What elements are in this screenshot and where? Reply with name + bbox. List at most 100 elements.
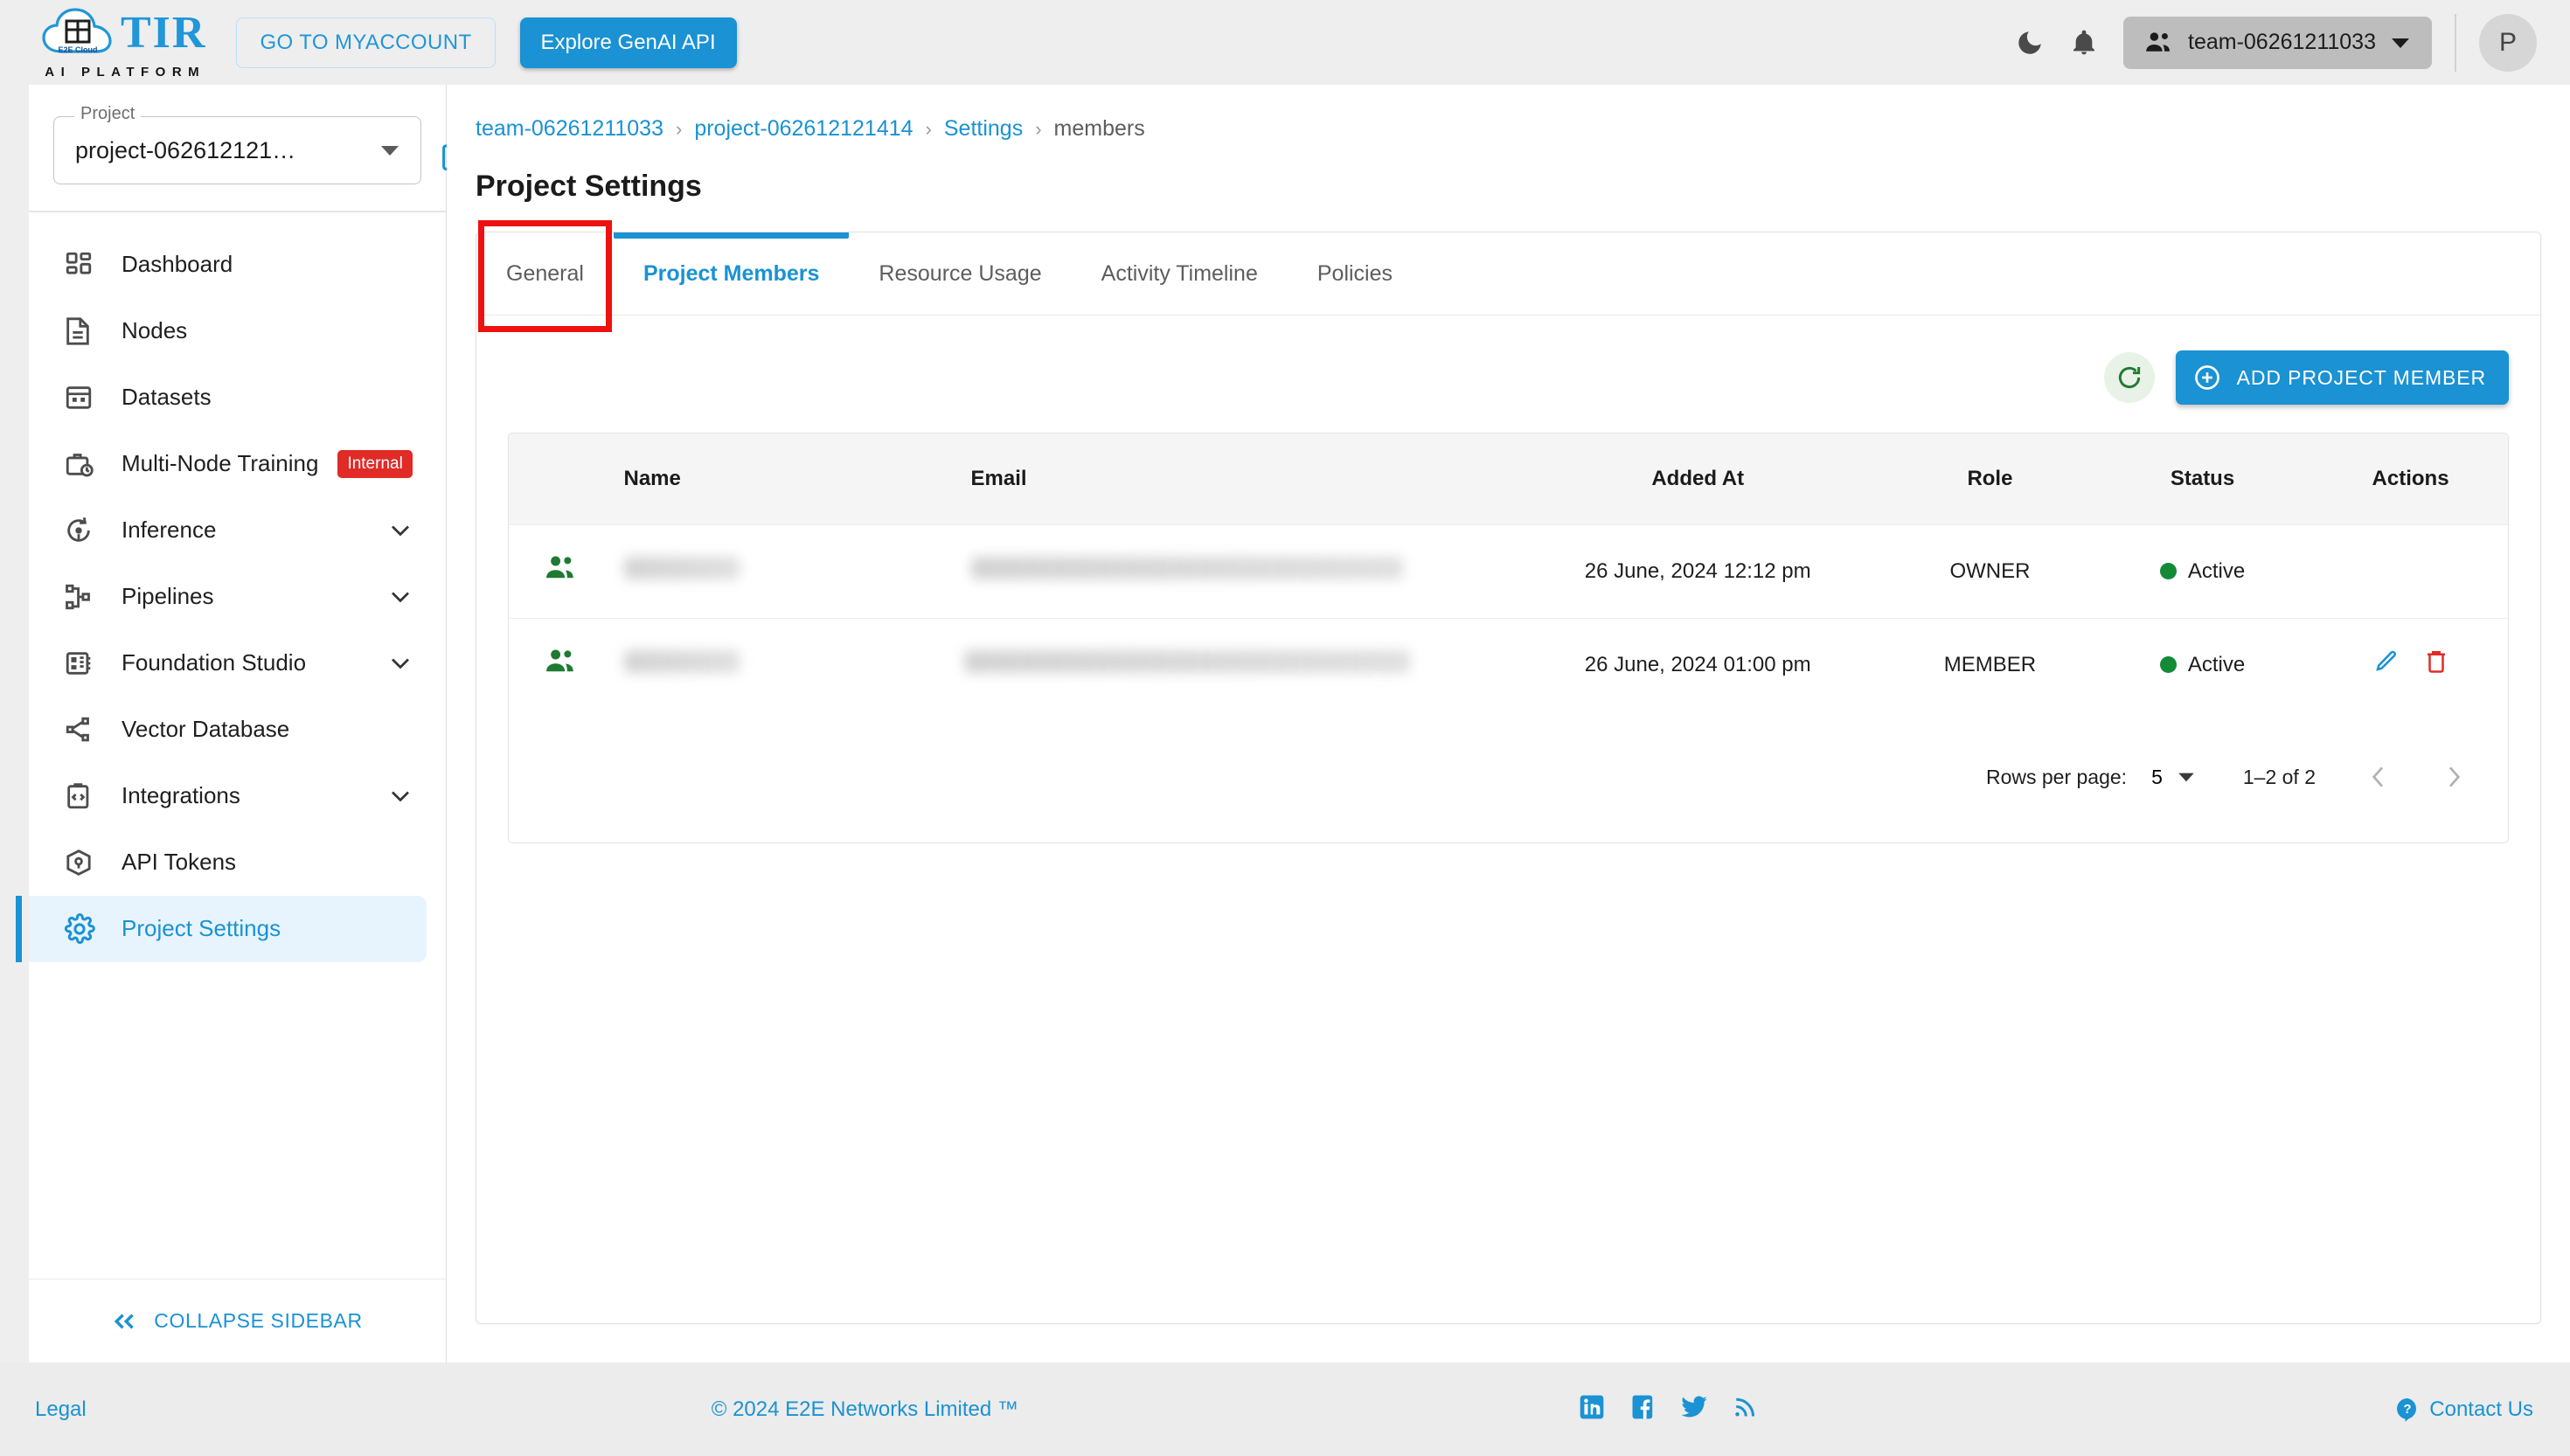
chevron-down-icon bbox=[381, 146, 399, 156]
member-name-cell bbox=[613, 617, 959, 711]
trash-icon bbox=[2427, 651, 2445, 673]
breadcrumb-item-team[interactable]: team-06261211033 bbox=[476, 116, 663, 142]
chevron-right-icon bbox=[2448, 766, 2461, 787]
sidebar-item-label: Multi-Node Training bbox=[122, 450, 319, 476]
sidebar-item-pipelines[interactable]: Pipelines bbox=[29, 564, 427, 630]
sidebar-item-foundation-studio[interactable]: Foundation Studio bbox=[29, 630, 427, 697]
members-table: Name Email Added At Role Status Actions bbox=[509, 433, 2508, 711]
status-dot bbox=[2159, 656, 2177, 674]
sidebar-item-datasets[interactable]: Datasets bbox=[29, 364, 427, 431]
sidebar-item-vector-database[interactable]: Vector Database bbox=[29, 697, 427, 763]
sidebar-item-label: Vector Database bbox=[122, 716, 290, 742]
token-cube-icon bbox=[64, 848, 104, 877]
dark-mode-toggle[interactable] bbox=[2003, 16, 2057, 70]
top-bar: E2E Cloud TIR AI PLATFORM GO TO MYACCOUN… bbox=[0, 0, 2570, 85]
chevron-down-icon[interactable] bbox=[388, 523, 413, 538]
sidebar-item-label: API Tokens bbox=[122, 849, 237, 875]
linkedin-icon[interactable] bbox=[1578, 1393, 1606, 1425]
notifications-bell-icon[interactable] bbox=[2057, 16, 2111, 70]
delete-member-button[interactable] bbox=[2424, 648, 2448, 681]
chevron-down-icon[interactable] bbox=[388, 788, 413, 804]
top-bar-right: team-06261211033 P bbox=[2003, 13, 2537, 72]
e2e-cloud-logo-icon: E2E Cloud bbox=[40, 6, 115, 60]
logo-subtitle: AI PLATFORM bbox=[45, 64, 206, 80]
sidebar-item-label: Inference bbox=[122, 517, 217, 543]
sidebar-item-multi-node-training[interactable]: Multi-Node Training Internal bbox=[29, 431, 427, 497]
studio-icon bbox=[64, 648, 104, 678]
project-select[interactable]: project-062612121… bbox=[53, 116, 421, 184]
chevron-down-icon bbox=[2392, 38, 2409, 48]
chevron-down-icon[interactable] bbox=[388, 589, 413, 605]
divider bbox=[2455, 13, 2456, 72]
chevron-down-icon[interactable] bbox=[388, 655, 413, 671]
tab-project-members[interactable]: Project Members bbox=[613, 232, 850, 315]
contact-us-link[interactable]: ? Contact Us bbox=[2394, 1397, 2533, 1423]
logo-title: TIR bbox=[121, 7, 207, 58]
sidebar-item-label: Datasets bbox=[122, 384, 212, 410]
pagination: Rows per page: 5 1–2 of 2 bbox=[509, 711, 2508, 842]
sidebar-item-inference[interactable]: Inference bbox=[29, 497, 427, 564]
edit-member-button[interactable] bbox=[2373, 648, 2400, 681]
member-actions-cell bbox=[2313, 617, 2508, 711]
sidebar-item-label: Nodes bbox=[122, 317, 188, 343]
member-avatar-cell bbox=[509, 523, 614, 618]
table-row[interactable]: 26 June, 2024 12:12 pm OWNER Active bbox=[509, 523, 2508, 618]
breadcrumb-item-settings[interactable]: Settings bbox=[944, 116, 1023, 142]
sidebar-item-label: Project Settings bbox=[122, 915, 281, 941]
table-header-row: Name Email Added At Role Status Actions bbox=[509, 433, 2508, 524]
breadcrumb-separator: › bbox=[925, 117, 932, 140]
tab-policies[interactable]: Policies bbox=[1288, 232, 1422, 315]
next-page-button[interactable] bbox=[2426, 749, 2482, 805]
pagination-range-label: 1–2 of 2 bbox=[2242, 765, 2316, 788]
facebook-icon[interactable] bbox=[1629, 1393, 1657, 1425]
main-content: team-06261211033 › project-062612121414 … bbox=[447, 85, 2570, 1362]
document-icon bbox=[64, 316, 104, 346]
tir-logo[interactable]: E2E Cloud TIR AI PLATFORM bbox=[40, 6, 206, 80]
svg-text:E2E Cloud: E2E Cloud bbox=[58, 45, 97, 54]
avatar[interactable]: P bbox=[2479, 13, 2537, 72]
twitter-icon[interactable] bbox=[1679, 1393, 1709, 1425]
member-role-cell: MEMBER bbox=[1887, 617, 2092, 711]
column-header-role: Role bbox=[1967, 466, 2013, 490]
add-project-member-button[interactable]: ADD PROJECT MEMBER bbox=[2175, 350, 2509, 405]
refresh-button[interactable] bbox=[2103, 352, 2155, 403]
table-row[interactable]: 26 June, 2024 01:00 pm MEMBER Active bbox=[509, 617, 2508, 711]
sidebar-item-dashboard[interactable]: Dashboard bbox=[29, 232, 427, 298]
help-bubble-icon: ? bbox=[2397, 1397, 2417, 1422]
explore-genai-api-button[interactable]: Explore GenAI API bbox=[519, 17, 737, 68]
member-actions-cell bbox=[2313, 523, 2508, 618]
member-name-cell bbox=[613, 523, 959, 618]
sidebar-item-nodes[interactable]: Nodes bbox=[29, 298, 427, 364]
redacted-email bbox=[963, 650, 1410, 674]
status-badge: Internal bbox=[337, 449, 413, 478]
go-to-myaccount-button[interactable]: GO TO MYACCOUNT bbox=[236, 17, 496, 68]
sidebar-item-project-settings[interactable]: Project Settings bbox=[16, 895, 427, 962]
sidebar-item-api-tokens[interactable]: API Tokens bbox=[29, 829, 427, 896]
toolbar: ADD PROJECT MEMBER bbox=[476, 315, 2540, 405]
rss-icon[interactable] bbox=[1732, 1393, 1758, 1425]
redacted-name bbox=[623, 557, 740, 579]
member-role-cell: OWNER bbox=[1887, 523, 2092, 618]
redacted-email bbox=[970, 557, 1403, 579]
sidebar-item-integrations[interactable]: Integrations bbox=[29, 763, 427, 829]
project-selector-area: Project project-062612121… bbox=[29, 85, 474, 211]
sidebar-item-label: Dashboard bbox=[122, 251, 233, 277]
grid-icon bbox=[64, 383, 104, 413]
rows-per-page-select[interactable]: 5 bbox=[2151, 766, 2196, 789]
people-icon bbox=[545, 649, 573, 672]
tab-general[interactable]: General bbox=[476, 220, 614, 332]
breadcrumb-separator: › bbox=[1035, 117, 1042, 140]
breadcrumb-item-project[interactable]: project-062612121414 bbox=[694, 116, 913, 142]
sidebar-item-label: Integrations bbox=[122, 782, 240, 808]
tab-activity-timeline[interactable]: Activity Timeline bbox=[1072, 232, 1288, 315]
collapse-sidebar-button[interactable]: COLLAPSE SIDEBAR bbox=[29, 1279, 446, 1362]
previous-page-button[interactable] bbox=[2351, 749, 2407, 805]
team-selector[interactable]: team-06261211033 bbox=[2123, 16, 2432, 69]
legal-link[interactable]: Legal bbox=[35, 1397, 87, 1422]
member-email-cell bbox=[958, 523, 1508, 618]
chevron-left-icon bbox=[2372, 766, 2384, 787]
collapse-sidebar-label: COLLAPSE SIDEBAR bbox=[154, 1309, 363, 1332]
social-links bbox=[1578, 1393, 1758, 1425]
tab-resource-usage[interactable]: Resource Usage bbox=[849, 232, 1071, 315]
member-added-at-cell: 26 June, 2024 01:00 pm bbox=[1507, 617, 1888, 711]
